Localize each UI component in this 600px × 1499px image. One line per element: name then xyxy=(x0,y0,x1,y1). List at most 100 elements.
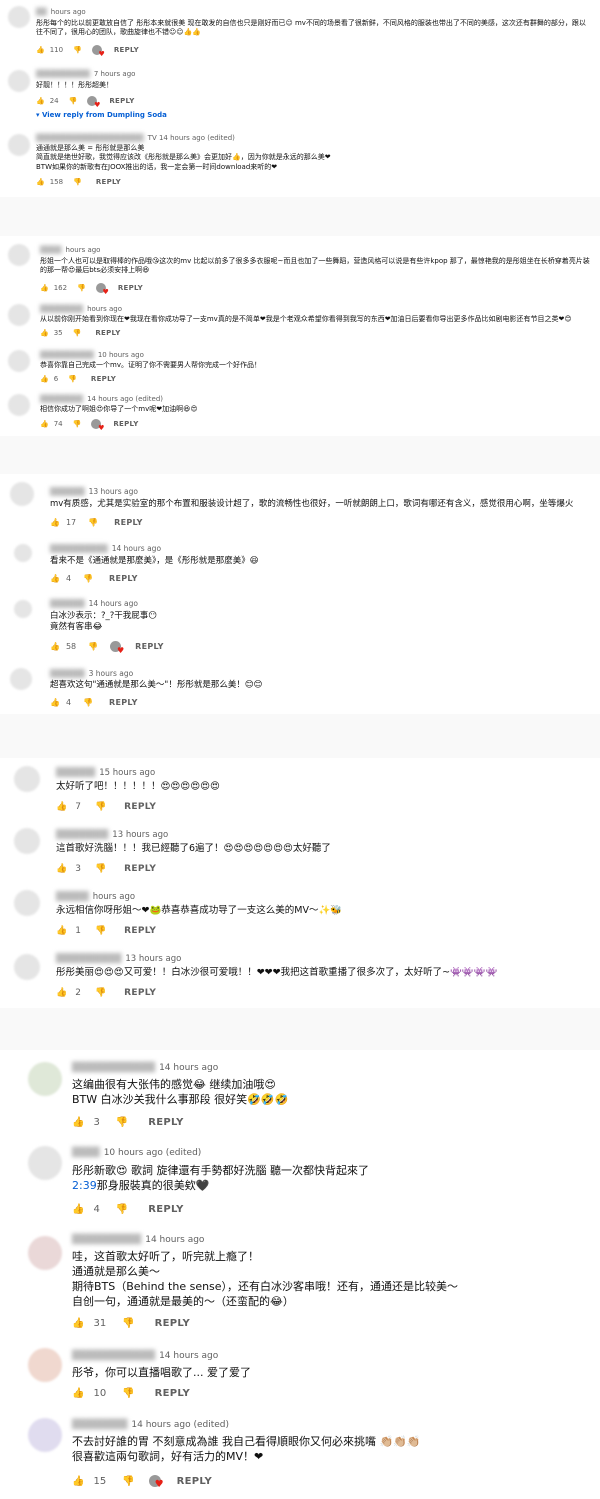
reply-button[interactable]: REPLY xyxy=(135,642,164,651)
avatar[interactable] xyxy=(28,1418,62,1452)
avatar[interactable] xyxy=(8,244,30,266)
avatar[interactable] xyxy=(8,394,30,416)
thumbs-up-icon[interactable]: 👍 xyxy=(40,284,49,292)
thumbs-down-icon[interactable]: 👎 xyxy=(95,864,106,874)
thumbs-up-icon[interactable]: 👍 xyxy=(50,518,60,527)
thumbs-down-icon[interactable]: 👎 xyxy=(73,329,82,337)
reply-button[interactable]: REPLY xyxy=(91,375,116,383)
author-name[interactable]: ████ xyxy=(40,246,62,254)
timestamp[interactable]: 3 hours ago xyxy=(89,669,134,678)
author-name[interactable]: ██████████ xyxy=(50,544,108,553)
avatar[interactable] xyxy=(28,1348,62,1382)
timestamp[interactable]: 14 hours ago xyxy=(145,1235,204,1245)
author-name[interactable]: ██████ xyxy=(56,768,95,778)
thumbs-up-icon[interactable]: 👍 xyxy=(50,642,60,651)
timestamp[interactable]: 14 hours ago xyxy=(112,544,161,553)
avatar[interactable] xyxy=(14,766,40,792)
avatar[interactable] xyxy=(14,954,40,980)
timestamp[interactable]: hours ago xyxy=(87,305,122,313)
author-name[interactable]: ██████ xyxy=(50,669,85,678)
reply-button[interactable]: REPLY xyxy=(124,988,156,998)
thumbs-down-icon[interactable]: 👎 xyxy=(95,988,106,998)
author-name[interactable]: ████████████████████ xyxy=(36,134,144,142)
avatar[interactable] xyxy=(8,304,30,326)
author-name[interactable]: ██████ xyxy=(50,599,85,608)
author-name[interactable]: ████████ xyxy=(40,395,83,403)
thumbs-down-icon[interactable]: 👎 xyxy=(95,926,106,936)
thumbs-up-icon[interactable]: 👍 xyxy=(36,178,45,186)
timestamp[interactable]: 14 hours ago xyxy=(159,1351,218,1361)
timestamp[interactable]: 10 hours ago (edited) xyxy=(104,1148,202,1158)
avatar[interactable] xyxy=(8,134,30,156)
timestamp[interactable]: hours ago xyxy=(66,246,101,254)
timestamp[interactable]: 14 hours ago (edited) xyxy=(131,1420,229,1430)
reply-button[interactable]: REPLY xyxy=(124,864,156,874)
thumbs-down-icon[interactable]: 👎 xyxy=(116,1204,128,1215)
thumbs-up-icon[interactable]: 👍 xyxy=(56,864,67,874)
thumbs-up-icon[interactable]: 👍 xyxy=(72,1476,84,1487)
thumbs-down-icon[interactable]: 👎 xyxy=(122,1476,134,1487)
timestamp[interactable]: TV 14 hours ago (edited) xyxy=(148,134,235,142)
reply-button[interactable]: REPLY xyxy=(114,46,139,54)
reply-button[interactable]: REPLY xyxy=(113,420,138,428)
author-name[interactable]: ██████████ xyxy=(72,1235,141,1245)
thumbs-up-icon[interactable]: 👍 xyxy=(36,97,45,105)
reply-button[interactable]: REPLY xyxy=(148,1204,183,1215)
timestamp[interactable]: 10 hours ago xyxy=(98,351,144,359)
timestamp[interactable]: hours ago xyxy=(93,892,135,902)
thumbs-down-icon[interactable]: 👎 xyxy=(69,97,78,105)
timestamp[interactable]: 13 hours ago xyxy=(89,487,138,496)
author-name[interactable]: ████ xyxy=(72,1148,100,1158)
view-replies-button[interactable]: ▾ View reply from Dumpling Soda xyxy=(36,111,167,119)
thumbs-down-icon[interactable]: 👎 xyxy=(95,802,106,812)
thumbs-up-icon[interactable]: 👍 xyxy=(56,988,67,998)
thumbs-up-icon[interactable]: 👍 xyxy=(72,1388,84,1399)
avatar[interactable] xyxy=(10,482,34,506)
avatar[interactable] xyxy=(8,6,30,28)
thumbs-down-icon[interactable]: 👎 xyxy=(83,574,93,583)
thumbs-up-icon[interactable]: 👍 xyxy=(72,1318,84,1329)
reply-button[interactable]: REPLY xyxy=(95,329,120,337)
timestamp[interactable]: 13 hours ago xyxy=(112,830,168,840)
timestamp[interactable]: 14 hours ago xyxy=(159,1063,218,1073)
reply-button[interactable]: REPLY xyxy=(118,284,143,292)
thumbs-up-icon[interactable]: 👍 xyxy=(36,46,45,54)
reply-button[interactable]: REPLY xyxy=(148,1117,183,1128)
thumbs-up-icon[interactable]: 👍 xyxy=(40,329,49,337)
avatar[interactable] xyxy=(8,350,30,372)
thumbs-up-icon[interactable]: 👍 xyxy=(50,574,60,583)
author-name[interactable]: ██████████ xyxy=(40,351,94,359)
avatar[interactable] xyxy=(14,828,40,854)
reply-button[interactable]: REPLY xyxy=(96,178,121,186)
thumbs-down-icon[interactable]: 👎 xyxy=(73,420,82,428)
reply-button[interactable]: REPLY xyxy=(155,1388,190,1399)
reply-button[interactable]: REPLY xyxy=(155,1318,190,1329)
author-name[interactable]: █████ xyxy=(56,892,89,902)
thumbs-down-icon[interactable]: 👎 xyxy=(88,518,98,527)
thumbs-up-icon[interactable]: 👍 xyxy=(50,698,60,707)
avatar[interactable] xyxy=(8,70,30,92)
thumbs-up-icon[interactable]: 👍 xyxy=(56,926,67,936)
timestamp[interactable]: 7 hours ago xyxy=(94,70,136,78)
avatar[interactable] xyxy=(14,890,40,916)
author-name[interactable]: ██ xyxy=(36,8,47,16)
timestamp[interactable]: 14 hours ago (edited) xyxy=(87,395,163,403)
thumbs-up-icon[interactable]: 👍 xyxy=(72,1204,84,1215)
thumbs-down-icon[interactable]: 👎 xyxy=(73,178,82,186)
thumbs-down-icon[interactable]: 👎 xyxy=(73,46,82,54)
thumbs-down-icon[interactable]: 👎 xyxy=(88,642,98,651)
reply-button[interactable]: REPLY xyxy=(109,574,138,583)
timestamp[interactable]: hours ago xyxy=(51,8,86,16)
thumbs-up-icon[interactable]: 👍 xyxy=(72,1117,84,1128)
thumbs-up-icon[interactable]: 👍 xyxy=(40,420,49,428)
thumbs-up-icon[interactable]: 👍 xyxy=(56,802,67,812)
reply-button[interactable]: REPLY xyxy=(124,802,156,812)
author-name[interactable]: ████████████ xyxy=(72,1063,155,1073)
avatar[interactable] xyxy=(14,544,32,562)
reply-button[interactable]: REPLY xyxy=(109,97,134,105)
avatar[interactable] xyxy=(28,1146,62,1180)
timestamp-link[interactable]: 2:39 xyxy=(72,1179,97,1192)
timestamp[interactable]: 13 hours ago xyxy=(125,954,181,964)
author-name[interactable]: ██████████ xyxy=(56,954,121,964)
thumbs-down-icon[interactable]: 👎 xyxy=(68,375,77,383)
